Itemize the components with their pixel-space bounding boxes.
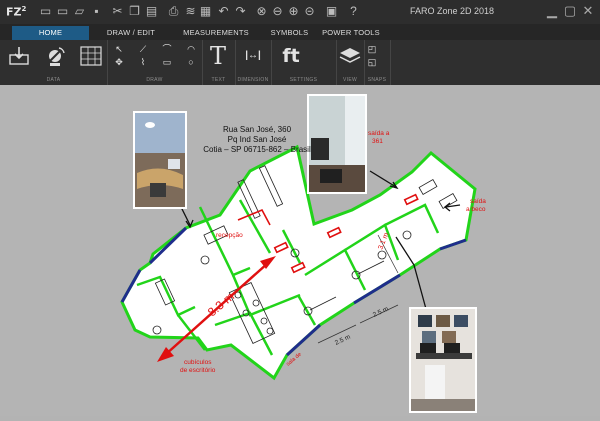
group-label-view: VIEW	[343, 77, 357, 83]
open-folder-icon[interactable]: ▱	[72, 4, 87, 19]
undo-icon[interactable]: ↶	[216, 4, 231, 19]
app-logo: FZ2	[6, 5, 26, 19]
paste-icon[interactable]: ▤	[144, 4, 159, 19]
move-tool-icon[interactable]: ✥	[113, 57, 125, 67]
wall-tool-icon[interactable]: ▭	[161, 57, 173, 67]
snap-endpoint-icon[interactable]: ◰	[366, 44, 378, 54]
dimension-2-5-a: 2.5 m	[334, 334, 352, 347]
line-tool-icon[interactable]: ⟋	[137, 44, 149, 54]
dimension-tool-icon[interactable]: |↔|	[238, 49, 268, 63]
label-reception: recepção	[216, 232, 243, 239]
zoom-in-icon[interactable]: ⊕	[286, 4, 301, 19]
group-label-dimension: DIMENSION	[237, 77, 269, 83]
text-tool-icon[interactable]: T	[206, 42, 230, 70]
floor-plan-drawing: Rua San José, 360 Pq Ind San José Cotia …	[120, 94, 486, 413]
curve-tool-icon[interactable]: ⌒	[161, 44, 173, 54]
new-file-icon[interactable]: ▭	[38, 4, 53, 19]
zoom-window-icon[interactable]: ⊝	[302, 4, 317, 19]
drawing-canvas[interactable]: Rua San José, 360 Pq Ind San José Cotia …	[0, 85, 600, 416]
label-cubicles-1: cubículos	[184, 359, 212, 366]
circle-tool-icon[interactable]: ○	[185, 57, 197, 67]
import-icon[interactable]	[8, 46, 30, 66]
zoom-out-icon[interactable]: ⊖	[270, 4, 285, 19]
address-block: Rua San José, 360 Pq Ind San José Cotia …	[203, 125, 311, 154]
tab-power-tools[interactable]: POWER TOOLS	[320, 26, 382, 40]
properties-icon[interactable]: ▦	[198, 4, 213, 19]
group-label-settings: SETTINGS	[289, 77, 318, 83]
photo-office-window	[307, 94, 367, 194]
group-label-snaps: SNAPS	[367, 77, 387, 83]
app-logo-text: FZ	[6, 5, 22, 19]
label-cubicles-2: de escritório	[180, 367, 216, 374]
maximize-icon[interactable]: ▢	[562, 3, 578, 19]
group-settings: ft SETTINGS	[271, 40, 337, 85]
arc-tool-icon[interactable]: ◠	[185, 44, 197, 54]
dimension-2-5-b: 2.5 m	[372, 306, 390, 319]
tab-draw-edit[interactable]: DRAW / EDIT	[89, 26, 173, 40]
print-icon[interactable]: ⎙	[166, 4, 181, 19]
group-dimension: |↔| DIMENSION	[235, 40, 272, 85]
title-bar: FZ2 ▭ ▭ ▱ ▪ ✂ ❐ ▤ ⎙ ≋ ▦ ↶ ↷ ⊗ ⊖ ⊕ ⊝ ▣ ? …	[0, 0, 600, 24]
copy-icon[interactable]: ❐	[127, 4, 142, 19]
label-exit-361-1: saída a	[368, 130, 390, 137]
minimize-icon[interactable]: ▁	[544, 3, 560, 19]
address-line-1: Rua San José, 360	[223, 125, 292, 134]
layers-view-icon[interactable]	[339, 46, 361, 66]
group-label-text: TEXT	[211, 77, 226, 83]
group-label-data: DATA	[46, 77, 61, 83]
tab-home[interactable]: HOME	[12, 26, 89, 40]
app-logo-sup: 2	[21, 5, 27, 13]
group-data: DATA	[0, 40, 108, 85]
label-exit-361-2: 361	[372, 138, 383, 145]
photo-workspace	[409, 307, 477, 413]
address-line-3: Cotia – SP 06715-862 – Brasil	[203, 145, 311, 154]
group-view: VIEW	[336, 40, 365, 85]
satellite-dish-icon[interactable]	[44, 44, 68, 68]
photo-reception	[133, 111, 187, 209]
snap-midpoint-icon[interactable]: ◱	[366, 57, 378, 67]
font-settings-icon[interactable]: ft	[279, 44, 303, 68]
group-draw: ↖ ✥ ⟋ ⌇ ⌒ ▭ ◠ ○ DRAW	[107, 40, 203, 85]
point-cloud-icon[interactable]	[80, 46, 102, 66]
group-snaps: ◰ ◱ SNAPS	[364, 40, 391, 85]
new-project-icon[interactable]: ▭	[55, 4, 70, 19]
help-icon[interactable]: ?	[346, 4, 361, 19]
ribbon: DATA ↖ ✥ ⟋ ⌇ ⌒ ▭ ◠ ○ DRAW T TEXT |↔| DIM…	[0, 40, 600, 86]
export-image-icon[interactable]: ▣	[324, 4, 339, 19]
layers-icon[interactable]: ≋	[183, 4, 198, 19]
label-exit-beco-1: saída	[470, 198, 486, 205]
address-line-2: Pq Ind San José	[228, 135, 287, 144]
tab-measurements[interactable]: MEASUREMENTS	[173, 26, 259, 40]
group-text: T TEXT	[202, 40, 236, 85]
close-icon[interactable]: ✕	[580, 3, 596, 19]
save-icon[interactable]: ▪	[89, 4, 104, 19]
window-title: FARO Zone 2D 2018	[410, 6, 495, 16]
ribbon-tabs: HOME DRAW / EDIT MEASUREMENTS SYMBOLS PO…	[0, 24, 600, 40]
cut-icon[interactable]: ✂	[110, 4, 125, 19]
polyline-tool-icon[interactable]: ⌇	[137, 57, 149, 67]
label-exit-beco-2: a beco	[466, 206, 486, 213]
group-label-draw: DRAW	[146, 77, 163, 83]
redo-icon[interactable]: ↷	[233, 4, 248, 19]
select-tool-icon[interactable]: ↖	[113, 44, 125, 54]
zoom-extents-icon[interactable]: ⊗	[254, 4, 269, 19]
tab-symbols[interactable]: SYMBOLS	[259, 26, 320, 40]
